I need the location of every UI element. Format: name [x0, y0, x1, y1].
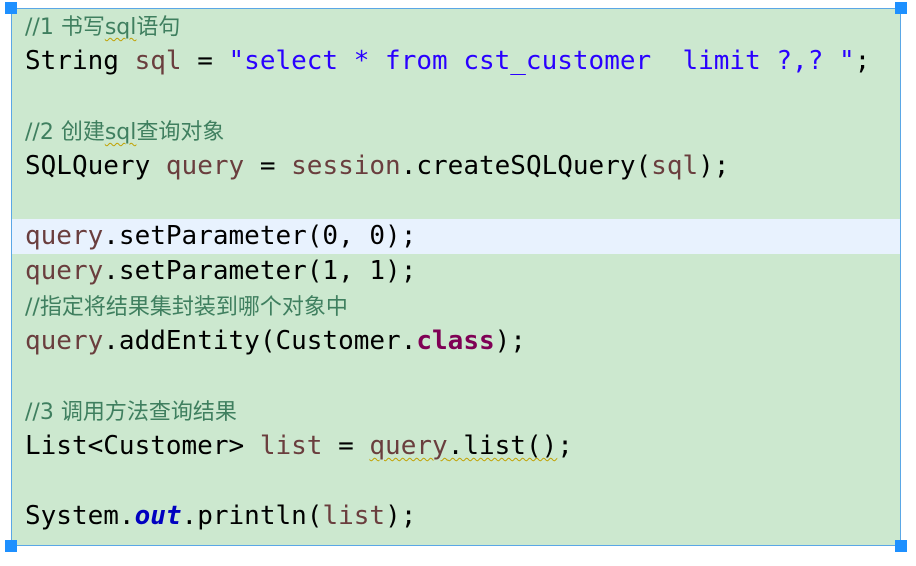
resize-handle-bottom-right[interactable] [895, 540, 907, 552]
static-field-token: out [134, 501, 182, 531]
variable-token: list [259, 431, 323, 461]
code-block: //1 书写sql语句 String sql = "select * from … [12, 9, 900, 534]
variable-token: query [25, 221, 104, 251]
code-line-10[interactable]: query.addEntity(Customer.class); [12, 324, 900, 359]
code-editor[interactable]: //1 书写sql语句 String sql = "select * from … [11, 8, 901, 546]
comment: //1 书写sql语句 [25, 15, 181, 40]
type-token: String [25, 46, 135, 76]
code-line-12[interactable]: //3 调用方法查询结果 [12, 394, 900, 429]
variable-token: sql [651, 151, 699, 181]
resize-handle-top-left[interactable] [5, 2, 17, 14]
comment: //3 调用方法查询结果 [25, 400, 237, 425]
code-line-15[interactable]: System.out.println(list); [12, 499, 900, 534]
type-token: SQLQuery [25, 151, 166, 181]
code-line-5[interactable]: SQLQuery query = session.createSQLQuery(… [12, 149, 900, 184]
keyword-token: class [416, 326, 495, 356]
string-literal: "select * from cst_customer limit ?,? " [228, 46, 855, 76]
variable-token: list [322, 501, 386, 531]
resize-handle-top-right[interactable] [895, 2, 907, 14]
comment: //2 创建sql查询对象 [25, 120, 225, 145]
code-line-9[interactable]: //指定将结果集封装到哪个对象中 [12, 289, 900, 324]
code-line-4[interactable]: //2 创建sql查询对象 [12, 114, 900, 149]
code-line-blank[interactable] [12, 359, 900, 394]
code-line-8[interactable]: query.setParameter(1, 1); [12, 254, 900, 289]
code-line-1[interactable]: //1 书写sql语句 [12, 9, 900, 44]
code-line-blank[interactable] [12, 184, 900, 219]
variable-token: query [25, 256, 104, 286]
variable-token: query [165, 151, 245, 181]
type-token: List<Customer> [25, 431, 260, 461]
code-line-13[interactable]: List<Customer> list = query.list(); [12, 429, 900, 464]
session-token: session [291, 151, 401, 181]
warning-expression: query.list() [369, 431, 558, 461]
variable-token: query [25, 326, 104, 356]
comment: //指定将结果集封装到哪个对象中 [25, 295, 348, 320]
code-line-blank[interactable] [12, 79, 900, 114]
code-line-blank[interactable] [12, 464, 900, 499]
resize-handle-bottom-left[interactable] [5, 540, 17, 552]
variable-token: sql [134, 46, 182, 76]
code-line-2[interactable]: String sql = "select * from cst_customer… [12, 44, 900, 79]
code-line-7-current[interactable]: query.setParameter(0, 0); [12, 219, 900, 254]
